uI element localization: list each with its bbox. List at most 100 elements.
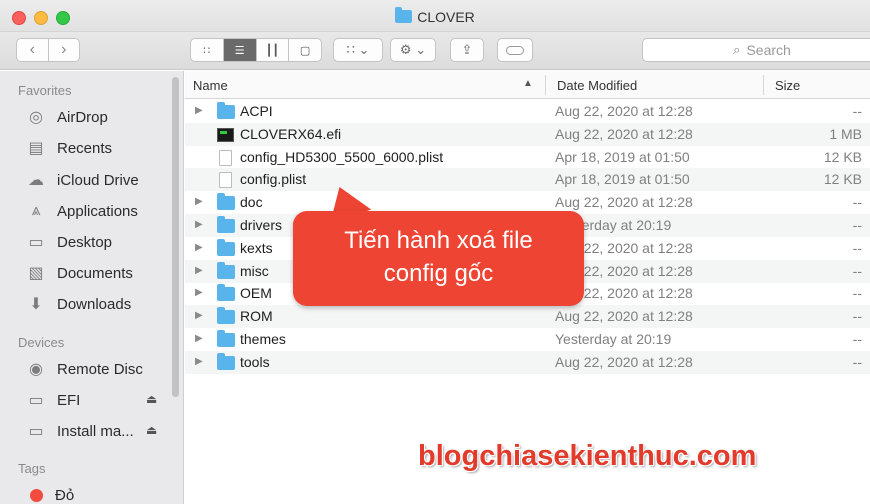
sidebar-scrollbar[interactable] — [172, 77, 179, 397]
table-row[interactable]: config_HD5300_5500_6000.plist Apr 18, 201… — [185, 146, 870, 169]
chevron-down-icon: ⌄ — [358, 42, 370, 57]
disclosure-triangle-icon[interactable]: ▶ — [195, 242, 203, 253]
column-header-date[interactable]: Date Modified — [557, 78, 637, 93]
disclosure-triangle-icon[interactable]: ▶ — [195, 356, 203, 367]
column-view-button[interactable]: ┃┃ — [257, 39, 290, 61]
sidebar-item-applications[interactable]: ⩓ Applications — [26, 199, 137, 223]
file-name: tools — [240, 353, 270, 370]
file-date-modified: Yesterday at 20:19 — [555, 331, 672, 347]
gear-icon: ⚙ — [399, 42, 412, 57]
tag-icon — [506, 45, 524, 55]
sidebar: Favorites ◎ AirDrop ▤ Recents ☁ iCloud D… — [0, 71, 184, 504]
forward-button[interactable]: › — [49, 39, 80, 61]
disclosure-triangle-icon[interactable]: ▶ — [195, 105, 203, 116]
view-mode-group: ∷ ☰ ┃┃ ▢ — [190, 38, 322, 62]
search-input[interactable]: ⌕ Search — [642, 38, 870, 62]
file-name: kexts — [240, 239, 273, 256]
back-button[interactable]: ‹ — [17, 39, 49, 61]
sidebar-item-label: EFI — [57, 391, 81, 409]
favorites-heading: Favorites — [18, 83, 72, 98]
disclosure-triangle-icon[interactable]: ▶ — [195, 219, 203, 230]
list-header: Name ▲ Date Modified Size — [185, 71, 870, 99]
column-header-size[interactable]: Size — [775, 78, 800, 93]
file-date-modified: Aug 22, 2020 at 12:28 — [555, 308, 693, 325]
file-size: -- — [852, 353, 862, 370]
table-row[interactable]: ▶ themes Yesterday at 20:19 -- — [185, 328, 870, 351]
file-date-modified: Apr 18, 2019 at 01:50 — [555, 171, 690, 188]
file-name: config_HD5300_5500_6000.plist — [240, 148, 444, 165]
disclosure-triangle-icon[interactable]: ▶ — [195, 287, 203, 298]
drive-icon: ▭ — [28, 423, 44, 440]
sidebar-item-downloads[interactable]: ⬇ Downloads — [26, 292, 131, 316]
file-size: -- — [852, 239, 862, 256]
folder-icon — [217, 238, 235, 256]
sidebar-item-airdrop[interactable]: ◎ AirDrop — [26, 105, 108, 129]
list-view-button[interactable]: ☰ — [223, 39, 257, 61]
disclosure-triangle-icon[interactable]: ▶ — [195, 196, 203, 207]
eject-icon[interactable]: ⏏ — [146, 392, 157, 406]
table-row[interactable]: CLOVERX64.efi Aug 22, 2020 at 12:28 1 MB — [185, 122, 870, 146]
table-row[interactable]: ▶ tools Aug 22, 2020 at 12:28 -- — [185, 350, 870, 374]
file-name: themes — [240, 331, 286, 347]
sidebar-item-remote-disc[interactable]: ◉ Remote Disc — [26, 357, 143, 381]
folder-icon — [217, 102, 235, 119]
sidebar-item-documents[interactable]: ▧ Documents — [26, 261, 132, 285]
sidebar-item-label: Recents — [57, 139, 113, 157]
grid-icon: ∷ — [346, 42, 355, 57]
sort-ascending-icon: ▲ — [523, 78, 533, 89]
action-button[interactable]: ⚙ ⌄ — [390, 38, 436, 62]
folder-icon — [395, 7, 413, 23]
table-row[interactable]: ▶ ROM Aug 22, 2020 at 12:28 -- — [185, 305, 870, 329]
sidebar-item-recents[interactable]: ▤ Recents — [26, 136, 112, 160]
annotation-line-2: config gốc — [383, 260, 494, 287]
file-size: -- — [852, 103, 862, 119]
file-size: -- — [852, 308, 862, 325]
disclosure-triangle-icon[interactable]: ▶ — [195, 310, 203, 321]
file-date-modified: Apr 18, 2019 at 01:50 — [555, 148, 690, 165]
file-size: 1 MB — [829, 125, 862, 142]
tags-heading: Tags — [18, 461, 46, 476]
annotation-line-1: Tiến hành xoá file — [344, 227, 533, 254]
recents-icon: ▤ — [28, 140, 44, 157]
share-button[interactable]: ⇪ — [450, 38, 484, 62]
sidebar-item-install-macos[interactable]: ▭ Install ma... — [26, 419, 133, 443]
arrange-button[interactable]: ∷ ⌄ — [333, 38, 383, 62]
folder-icon — [217, 261, 235, 279]
folder-icon — [217, 330, 235, 347]
chevron-down-icon: ⌄ — [415, 42, 427, 57]
file-name: CLOVERX64.efi — [240, 125, 342, 142]
icon-view-button[interactable]: ∷ — [191, 39, 224, 61]
executable-icon — [217, 127, 234, 142]
file-name: ACPI — [240, 103, 273, 119]
window-title: CLOVER — [417, 9, 475, 25]
disclosure-triangle-icon[interactable]: ▶ — [195, 265, 203, 276]
file-name: doc — [240, 194, 263, 211]
search-placeholder: Search — [746, 42, 791, 58]
sidebar-item-tag-red[interactable]: Đỏ — [26, 483, 74, 504]
table-row[interactable]: config.plist Apr 18, 2019 at 01:50 12 KB — [185, 168, 870, 192]
sidebar-item-desktop[interactable]: ▭ Desktop — [26, 230, 112, 254]
file-date-modified: Aug 22, 2020 at 12:28 — [555, 353, 693, 370]
annotation-callout: Tiến hành xoá file config gốc — [293, 211, 584, 306]
gallery-view-button[interactable]: ▢ — [289, 39, 321, 61]
toolbar: ‹ › ∷ ☰ ┃┃ ▢ ∷ ⌄ ⚙ ⌄ ⇪ ⌕ Search — [0, 32, 870, 70]
column-divider[interactable] — [545, 75, 546, 95]
watermark: blogchiasekienthuc.com — [418, 440, 757, 472]
document-icon — [217, 149, 232, 166]
drive-icon: ▭ — [28, 392, 44, 409]
sidebar-item-label: Downloads — [57, 295, 132, 313]
documents-icon: ▧ — [28, 265, 44, 282]
search-icon: ⌕ — [733, 42, 741, 57]
table-row[interactable]: ▶ ACPI Aug 22, 2020 at 12:28 -- — [185, 100, 870, 123]
share-icon: ⇪ — [461, 42, 473, 57]
column-divider[interactable] — [763, 75, 764, 95]
column-header-name[interactable]: Name — [193, 78, 228, 93]
file-date-modified: Aug 22, 2020 at 12:28 — [555, 194, 693, 211]
title-bar: CLOVER — [0, 0, 870, 32]
disclosure-triangle-icon[interactable]: ▶ — [195, 333, 203, 344]
sidebar-item-efi[interactable]: ▭ EFI — [26, 388, 80, 412]
eject-icon[interactable]: ⏏ — [146, 423, 157, 437]
edit-tags-button[interactable] — [497, 38, 533, 62]
sidebar-item-icloud-drive[interactable]: ☁ iCloud Drive — [26, 168, 139, 192]
file-size: -- — [852, 262, 862, 279]
